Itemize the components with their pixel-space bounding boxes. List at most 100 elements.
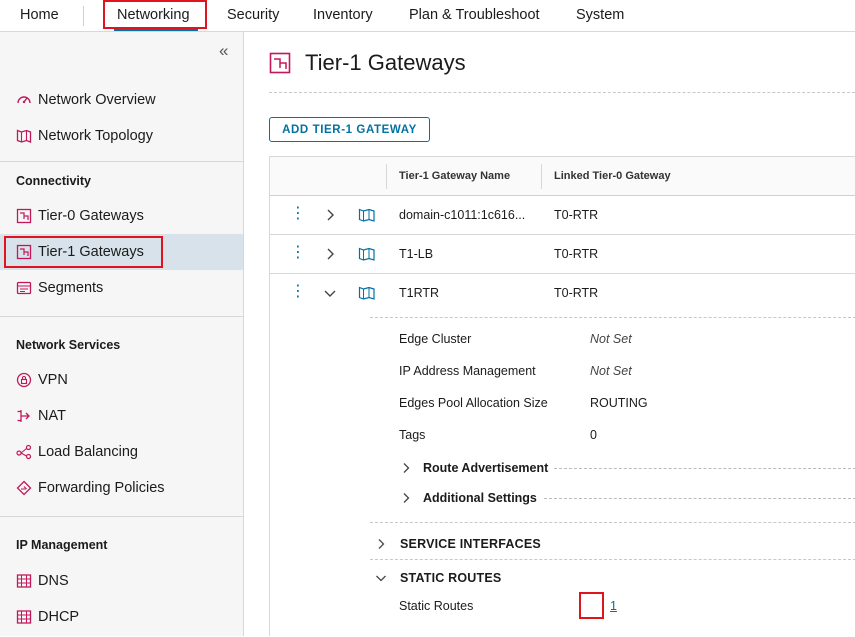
sidebar-item-label: Network Overview [38,92,156,108]
nav-home[interactable]: Home [20,0,59,31]
dns-icon [16,573,32,589]
column-divider [386,164,387,189]
tier0-gateway-icon [16,208,32,224]
top-navigation: Home Networking Security Inventory Plan … [0,0,855,32]
subsection-divider [554,468,855,469]
field-label-tags: Tags [399,428,426,442]
sidebar-item-label: Network Topology [38,128,153,144]
sidebar-item-load-balancing[interactable]: Load Balancing [0,434,243,470]
gateway-map-icon [358,247,375,261]
sidebar-item-tier1-gateways[interactable]: Tier-1 Gateways [0,234,243,270]
sidebar-item-label: DNS [38,573,69,589]
sidebar-item-nat[interactable]: NAT [0,398,243,434]
sidebar-item-segments[interactable]: Segments [0,270,243,306]
collapse-sidebar-icon[interactable]: « [219,41,228,61]
chevron-down-icon [376,575,386,582]
field-label-edges-pool-allocation-size: Edges Pool Allocation Size [399,396,548,410]
detail-divider [370,522,855,523]
sidebar-item-network-topology[interactable]: Network Topology [0,118,243,154]
tier1-gateway-icon [16,244,32,260]
page-title: Tier-1 Gateways [305,50,466,75]
field-label-ip-address-management: IP Address Management [399,364,536,378]
linked-tier0-gateway: T0-RTR [554,208,599,222]
nav-networking[interactable]: Networking [117,0,190,31]
subsection-route-advertisement[interactable]: Route Advertisement [399,461,548,475]
row-actions-menu-icon[interactable]: ⋮ [290,284,306,300]
subsection-label: Additional Settings [423,491,537,505]
sidebar-item-label: VPN [38,372,68,388]
field-label-edge-cluster: Edge Cluster [399,332,472,346]
sidebar-item-forwarding-policies[interactable]: Forwarding Policies [0,470,243,506]
sidebar-divider [0,516,243,517]
column-header-name[interactable]: Tier-1 Gateway Name [399,170,510,182]
sidebar-item-label: Forwarding Policies [38,480,165,496]
sidebar-item-vpn[interactable]: VPN [0,362,243,398]
vpn-lock-icon [16,372,32,388]
sidebar-divider [0,316,243,317]
linked-tier0-gateway: T0-RTR [554,247,599,261]
section-static-routes[interactable]: STATIC ROUTES [374,571,501,585]
subsection-label: Route Advertisement [423,461,549,475]
gateway-detail-panel: Edge Cluster Not Set IP Address Manageme… [270,313,855,637]
chevron-down-icon[interactable] [322,285,338,301]
nav-inventory[interactable]: Inventory [313,0,373,31]
field-value-ip-address-management: Not Set [590,364,632,378]
column-divider [541,164,542,189]
gateway-name: domain-c1011:1c616... [399,208,526,222]
sidebar-header-connectivity: Connectivity [16,174,92,188]
forwarding-icon [16,480,32,496]
section-label: STATIC ROUTES [400,571,502,585]
sidebar-item-dhcp[interactable]: DHCP [0,599,243,635]
chevron-right-icon [378,539,385,549]
subsection-additional-settings[interactable]: Additional Settings [399,491,537,505]
add-tier1-gateway-button[interactable]: ADD TIER-1 GATEWAY [269,117,430,142]
section-label: SERVICE INTERFACES [400,537,541,551]
sidebar-item-network-overview[interactable]: Network Overview [0,82,243,118]
table-row-expanded: ⋮ T1RTR T0-RTR [270,274,855,313]
sidebar-item-label: Tier-1 Gateways [38,244,144,260]
column-header-linked-tier0[interactable]: Linked Tier-0 Gateway [554,170,671,182]
field-label-static-routes: Static Routes [399,599,474,613]
chevron-right-icon[interactable] [322,207,338,223]
nav-divider [83,6,84,26]
chevron-right-icon[interactable] [322,246,338,262]
segments-icon [16,280,32,296]
gauge-icon [16,92,32,108]
chevron-right-icon [403,493,410,503]
gateway-name: T1-LB [399,247,434,261]
sidebar-item-label: DHCP [38,609,80,625]
section-service-interfaces[interactable]: SERVICE INTERFACES [374,537,541,551]
row-actions-menu-icon[interactable]: ⋮ [290,206,306,222]
nav-security[interactable]: Security [227,0,279,31]
nav-system[interactable]: System [576,0,624,31]
tier1-gateway-icon [269,52,291,74]
sidebar-item-dns[interactable]: DNS [0,563,243,599]
main-content: Tier-1 Gateways ADD TIER-1 GATEWAY Tier-… [245,32,855,636]
title-divider [269,92,855,93]
nav-active-indicator [114,28,198,31]
subsection-divider [544,498,855,499]
sidebar-item-label: NAT [38,408,66,424]
gateway-name: T1RTR [399,286,440,300]
nav-plan-troubleshoot[interactable]: Plan & Troubleshoot [409,0,540,31]
gateways-table: Tier-1 Gateway Name Linked Tier-0 Gatewa… [269,156,855,636]
linked-tier0-gateway: T0-RTR [554,286,599,300]
field-value-edges-pool-allocation-size: ROUTING [590,396,648,410]
table-row: ⋮ domain-c1011:1c616... T0-RTR [270,196,855,235]
chevron-right-icon [403,463,410,473]
sidebar-item-label: Segments [38,280,104,296]
row-actions-menu-icon[interactable]: ⋮ [290,245,306,261]
nat-icon [16,408,32,424]
field-value-edge-cluster: Not Set [590,332,632,346]
sidebar-header-ip-management: IP Management [16,538,108,552]
detail-divider [370,317,855,318]
gateway-map-icon [358,286,375,300]
field-value-tags: 0 [590,428,597,442]
table-header: Tier-1 Gateway Name Linked Tier-0 Gatewa… [270,157,855,196]
sidebar-item-label: Tier-0 Gateways [38,208,144,224]
static-routes-count-link[interactable]: 1 [610,599,617,613]
sidebar-item-label: Load Balancing [38,444,138,460]
sidebar: « Network Overview Network Topology Conn… [0,32,244,636]
dhcp-icon [16,609,32,625]
sidebar-item-tier0-gateways[interactable]: Tier-0 Gateways [0,198,243,234]
